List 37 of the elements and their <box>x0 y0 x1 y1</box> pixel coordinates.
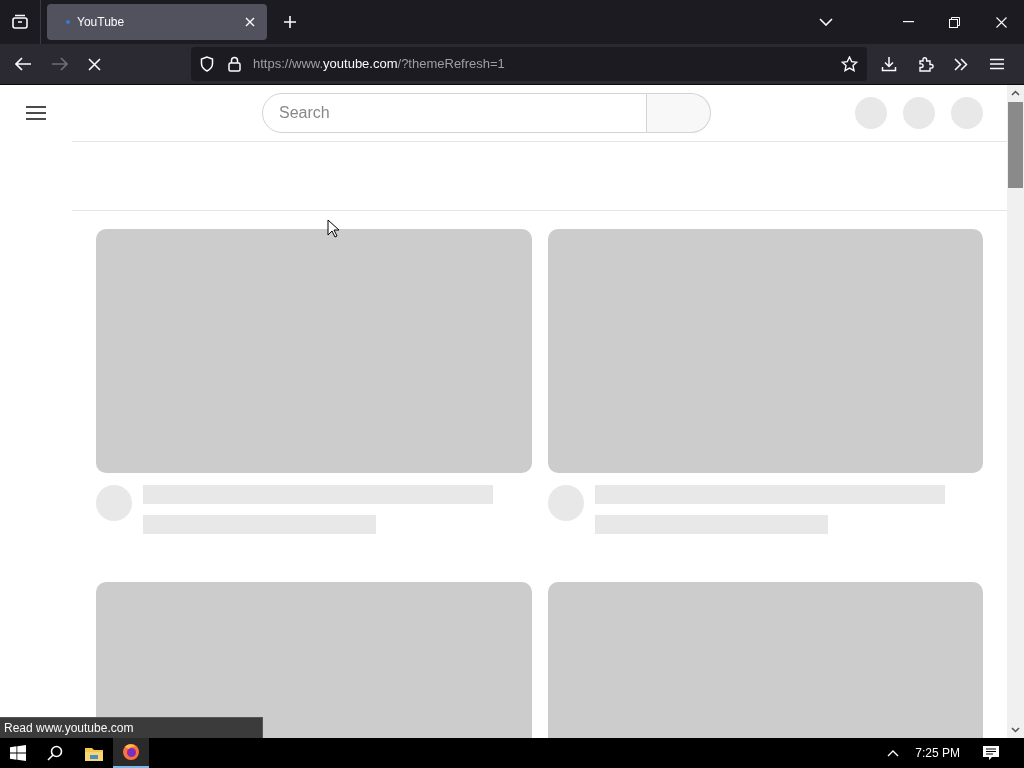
lock-icon[interactable] <box>228 56 241 72</box>
fox-globe-icon[interactable] <box>122 743 140 761</box>
stop-loading-icon[interactable] <box>88 57 101 71</box>
shield-icon[interactable] <box>200 56 214 72</box>
scrollbar[interactable] <box>1007 85 1024 738</box>
tab-list-icon[interactable] <box>11 14 29 30</box>
notification-icon[interactable] <box>983 745 999 761</box>
scrollbar-thumb[interactable] <box>1008 102 1023 188</box>
search-field[interactable]: Search <box>262 93 647 133</box>
new-tab-icon[interactable] <box>283 15 297 29</box>
download-icon[interactable] <box>881 56 897 72</box>
close-tab-icon[interactable] <box>245 17 255 27</box>
puzzle-icon[interactable] <box>918 56 934 72</box>
address-bar[interactable]: https://www.youtube.com/?themeRefresh=1 <box>191 47 867 81</box>
close-icon[interactable] <box>996 16 1007 28</box>
tab-title: YouTube <box>77 14 126 31</box>
browser-tab[interactable]: YouTube <box>47 4 267 40</box>
back-icon[interactable] <box>15 57 32 71</box>
minimize-icon[interactable] <box>903 21 914 23</box>
bookmark-star-icon[interactable] <box>841 56 858 72</box>
scroll-down-icon[interactable] <box>1011 727 1020 733</box>
scroll-up-icon[interactable] <box>1011 90 1020 96</box>
overflow-chevrons-icon[interactable] <box>954 57 968 71</box>
windows-start-icon[interactable] <box>10 745 26 761</box>
active-app-indicator[interactable] <box>113 738 149 768</box>
forward-icon <box>51 57 68 71</box>
chevron-up-icon[interactable] <box>887 749 900 757</box>
clock[interactable]: 7:25 PM <box>915 744 960 762</box>
chevron-down-icon[interactable] <box>819 18 833 26</box>
mouse-pointer-icon <box>327 219 340 238</box>
restore-icon[interactable] <box>949 16 960 28</box>
loading-dot-icon <box>66 20 70 24</box>
status-tooltip: Read www.youtube.com <box>0 717 263 738</box>
search-icon[interactable] <box>47 745 63 761</box>
url-text: https://www.youtube.com/?themeRefresh=1 <box>253 55 505 74</box>
menu-icon[interactable] <box>26 106 46 120</box>
folder-icon[interactable] <box>85 745 103 761</box>
